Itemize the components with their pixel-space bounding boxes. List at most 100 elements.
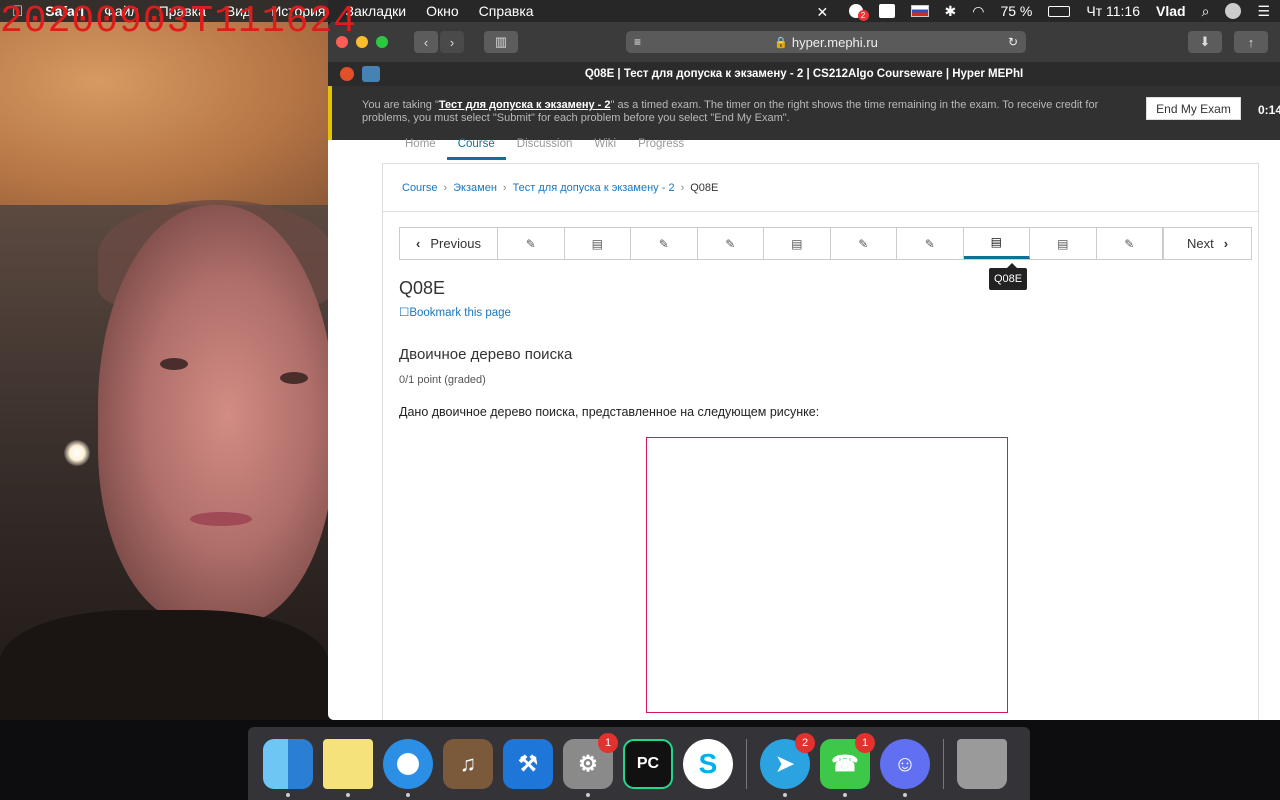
sequence-unit-7[interactable]: ✎: [897, 228, 964, 259]
breadcrumb-separator: ›: [680, 181, 685, 194]
tab-bar: Q08E | Тест для допуска к экзамену - 2 |…: [328, 62, 1280, 86]
exam-banner: You are taking "Тест для допуска к экзам…: [328, 86, 1280, 140]
book-icon: ▤: [1057, 236, 1069, 251]
system-preferences-icon[interactable]: ⚙ 1: [563, 732, 618, 797]
breadcrumb: Course › Экзамен › Тест для допуска к эк…: [383, 164, 1258, 212]
notes-icon[interactable]: [323, 738, 373, 797]
chevron-right-icon: ›: [1223, 236, 1229, 251]
sequence-unit-3[interactable]: ✎: [631, 228, 698, 259]
battery-percent[interactable]: 75 %: [1000, 3, 1032, 19]
tab-wiki[interactable]: Wiki: [583, 134, 627, 160]
russian-flag-icon[interactable]: [910, 5, 929, 17]
webcam-shirt: [0, 610, 328, 728]
next-button[interactable]: Next ›: [1163, 228, 1251, 259]
webcam-eye-left: [160, 358, 188, 370]
breadcrumb-test[interactable]: Тест для допуска к экзамену - 2: [513, 182, 675, 194]
sidebar-toggle-button[interactable]: ▥: [484, 31, 518, 53]
breadcrumb-current: Q08E: [690, 181, 719, 194]
reader-icon[interactable]: ≡: [634, 35, 641, 49]
exam-timer: 0:14:: [1258, 103, 1280, 117]
menu-help[interactable]: Справка: [479, 3, 534, 19]
garageband-icon[interactable]: ♫: [443, 738, 493, 789]
browser-toolbar: ‹ › ▥ ≡ 🔒 hyper.mephi.ru ↻ ⬇ ↑: [328, 22, 1280, 62]
battery-icon[interactable]: [1048, 5, 1071, 17]
chat-icon[interactable]: [878, 4, 895, 18]
sequence-unit-9[interactable]: ▤: [1030, 228, 1097, 259]
edit-icon: ✎: [924, 236, 935, 251]
safari-icon[interactable]: [383, 738, 433, 797]
breadcrumb-separator: ›: [502, 181, 507, 194]
webcam-overlay: [0, 0, 328, 728]
tab-title[interactable]: Q08E | Тест для допуска к экзамену - 2 |…: [328, 68, 1280, 80]
bluetooth-icon[interactable]: ✱: [945, 3, 957, 20]
telegram-icon[interactable]: ➤ 2: [760, 732, 815, 797]
wifi-icon[interactable]: ◠: [972, 3, 984, 20]
webcam-eye-right: [280, 372, 308, 384]
sequence-nav: ‹ Previous ✎ ▤ ✎ ✎ ▤ ✎ ✎ ▤ ▤ ✎ Next ›: [399, 227, 1252, 260]
previous-label: Previous: [430, 236, 481, 251]
breadcrumb-course[interactable]: Course: [402, 182, 437, 194]
finder-icon[interactable]: [263, 738, 313, 797]
breadcrumb-separator: ›: [443, 181, 448, 194]
edit-icon: ✎: [525, 236, 536, 251]
sequence-unit-1[interactable]: ✎: [498, 228, 565, 259]
sequence-unit-5[interactable]: ▤: [764, 228, 831, 259]
tab-progress[interactable]: Progress: [627, 134, 695, 160]
sequence-unit-10[interactable]: ✎: [1097, 228, 1163, 259]
chevron-left-icon: ‹: [416, 236, 421, 251]
lock-icon: 🔒: [774, 36, 788, 49]
reload-icon[interactable]: ↻: [1008, 35, 1018, 49]
facetime-icon[interactable]: ☎ 1: [820, 732, 875, 797]
tools-icon[interactable]: ✕: [817, 4, 833, 20]
book-icon: ▤: [990, 235, 1002, 249]
book-icon: ▤: [791, 236, 803, 251]
xcode-icon[interactable]: ⚒: [503, 738, 553, 789]
notification-icon[interactable]: 2: [848, 4, 869, 21]
previous-button[interactable]: ‹ Previous: [400, 228, 498, 259]
siri-icon[interactable]: [1225, 3, 1242, 19]
course-content: Course › Экзамен › Тест для допуска к эк…: [382, 163, 1259, 720]
sequence-unit-4[interactable]: ✎: [698, 228, 764, 259]
user-name[interactable]: Vlad: [1156, 3, 1186, 19]
breadcrumb-exam[interactable]: Экзамен: [453, 182, 497, 194]
tab-discussion[interactable]: Discussion: [506, 134, 584, 160]
edit-icon: ✎: [658, 236, 669, 251]
problem-title: Двоичное дерево поиска: [399, 346, 573, 363]
bookmark-label: Bookmark this page: [409, 307, 511, 319]
problem-points: 0/1 point (graded): [399, 374, 486, 386]
pycharm-icon[interactable]: PC: [623, 738, 673, 789]
search-icon[interactable]: ⌕: [1202, 3, 1210, 20]
back-button[interactable]: ‹: [414, 31, 438, 53]
edit-icon: ✎: [1124, 236, 1135, 251]
tab-home[interactable]: Home: [394, 134, 447, 160]
address-bar[interactable]: ≡ 🔒 hyper.mephi.ru ↻: [626, 31, 1026, 53]
discord-icon[interactable]: ☺: [880, 738, 930, 797]
safari-window: ‹ › ▥ ≡ 🔒 hyper.mephi.ru ↻ ⬇ ↑ Q08E | Те…: [328, 22, 1280, 720]
bookmark-icon: ☐: [399, 307, 410, 319]
edit-icon: ✎: [858, 236, 869, 251]
zoom-window-button[interactable]: [376, 36, 388, 48]
bookmark-link[interactable]: ☐Bookmark this page: [399, 305, 511, 319]
trash-icon[interactable]: [957, 738, 1007, 789]
sequence-unit-6[interactable]: ✎: [831, 228, 897, 259]
end-exam-button[interactable]: End My Exam: [1146, 97, 1241, 120]
exam-msg-pre: You are taking ": [362, 99, 439, 111]
skype-icon[interactable]: S: [683, 738, 733, 789]
exam-name-link[interactable]: Тест для допуска к экзамену - 2: [439, 99, 611, 111]
downloads-button[interactable]: ⬇: [1188, 31, 1222, 53]
sequence-unit-8-active[interactable]: ▤: [963, 228, 1030, 259]
dock-separator: [746, 738, 747, 789]
minimize-window-button[interactable]: [356, 36, 368, 48]
dock-separator: [943, 738, 944, 789]
share-button[interactable]: ↑: [1234, 31, 1268, 53]
tab-course[interactable]: Course: [446, 134, 506, 160]
dock: ♫ ⚒ ⚙ 1 PC S ➤ 2 ☎ 1 ☺: [248, 727, 1030, 800]
exam-banner-message: You are taking "Тест для допуска к экзам…: [362, 99, 1102, 125]
problem-question: Дано двоичное дерево поиска, представлен…: [399, 405, 820, 419]
list-icon[interactable]: ☰: [1257, 3, 1270, 20]
clock[interactable]: Чт 11:16: [1086, 3, 1140, 19]
webcam-face: [98, 205, 328, 625]
sequence-unit-2[interactable]: ▤: [565, 228, 631, 259]
forward-button[interactable]: ›: [440, 31, 464, 53]
menu-window[interactable]: Окно: [426, 3, 459, 19]
